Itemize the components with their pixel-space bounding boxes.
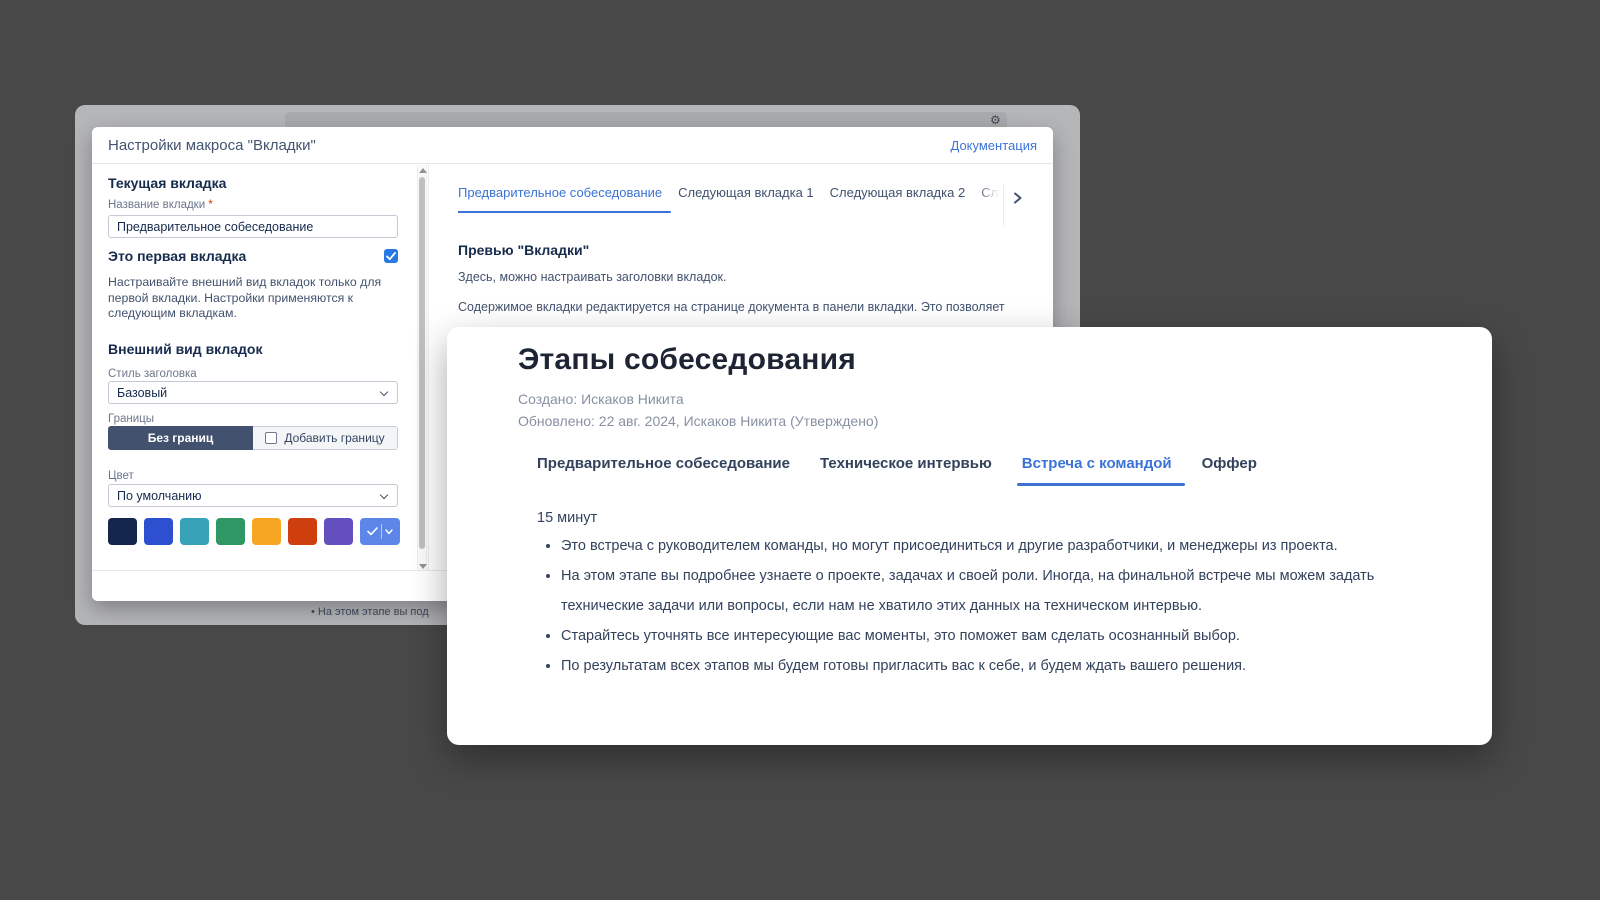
bullet-item: На этом этапе вы подробнее узнаете о про… [561,561,1419,621]
document-tabs: Предварительное собеседование Техническо… [537,455,1257,486]
color-swatch-teal[interactable] [180,518,209,545]
doc-tab-team-meeting[interactable]: Встреча с командой [1022,455,1172,486]
gear-icon: ⚙ [990,113,1001,127]
section-current-tab: Текущая вкладка [108,175,226,191]
color-swatch-purple[interactable] [324,518,353,545]
chevron-down-icon [380,491,388,499]
preview-text-line1: Здесь, можно настраивать заголовки вклад… [458,270,726,284]
chevron-down-icon [385,529,393,535]
bullet-item: Старайтесь уточнять все интересующие вас… [561,621,1419,651]
tabs-overflow-chevron-right-icon[interactable] [1012,191,1023,209]
tab-name-label: Название вкладки * [108,199,213,211]
required-asterisk: * [208,199,212,211]
panel-divider [428,164,429,570]
tab-overflow-separator [1003,185,1004,227]
preview-tab-1[interactable]: Предварительное собеседование [458,185,662,213]
chevron-down-icon [380,388,388,396]
first-tab-checkbox[interactable] [384,249,398,263]
color-swatch-red[interactable] [288,518,317,545]
color-select[interactable]: По умолчанию [108,484,398,507]
check-icon [367,527,378,536]
documentation-link[interactable]: Документация [951,138,1038,153]
bullet-item: По результатам всех этапов мы будем гото… [561,651,1419,681]
borders-off-button[interactable]: Без границ [108,426,253,450]
color-label: Цвет [108,470,134,482]
scroll-up-arrow-icon[interactable] [419,168,427,173]
document-card: Этапы собеседования Создано: Искаков Ник… [447,327,1492,745]
header-style-select[interactable]: Базовый [108,381,398,404]
doc-tab-preliminary[interactable]: Предварительное собеседование [537,455,790,486]
first-tab-help-text: Настраивайте внешний вид вкладок только … [108,275,403,322]
first-tab-label: Это первая вкладка [108,248,246,264]
borders-add-button[interactable]: Добавить границу [253,426,398,450]
borders-label: Границы [108,413,154,425]
preview-heading: Превью "Вкладки" [458,242,589,258]
created-by-text: Создано: Искаков Никита [518,391,684,407]
preview-text-line2: Содержимое вкладки редактируется на стра… [458,300,1005,314]
scroll-down-arrow-icon[interactable] [419,564,427,569]
doc-tab-technical[interactable]: Техническое интервью [820,455,992,486]
section-appearance: Внешний вид вкладок [108,341,262,357]
check-icon [386,252,396,261]
confirm-color-split-button[interactable] [360,518,400,545]
borders-segmented-control: Без границ Добавить границу [108,426,398,450]
preview-tab-3[interactable]: Следующая вкладка 2 [830,185,966,213]
dialog-header: Настройки макроса "Вкладки" Документация [92,127,1053,164]
color-swatch-navy[interactable] [108,518,137,545]
stage-bullet-list: Это встреча с руководителем команды, но … [539,531,1419,681]
updated-by-text: Обновлено: 22 авг. 2024, Искаков Никита … [518,413,878,429]
settings-scrollbar[interactable] [417,165,427,572]
header-style-label: Стиль заголовка [108,368,197,380]
doc-tab-offer[interactable]: Оффер [1202,455,1257,486]
add-border-checkbox[interactable] [265,432,277,444]
dialog-title: Настройки макроса "Вкладки" [108,137,316,154]
split-divider [381,524,382,539]
preview-tab-2[interactable]: Следующая вкладка 1 [678,185,814,213]
page-title: Этапы собеседования [518,343,856,377]
scrollbar-thumb[interactable] [419,177,425,549]
bullet-item: Это встреча с руководителем команды, но … [561,531,1419,561]
tab-overflow-fade [978,185,1004,231]
color-swatch-row [108,518,400,545]
desktop-background: { "back_window": { "doc_snippet": "На эт… [0,0,1600,900]
color-swatch-orange[interactable] [252,518,281,545]
preview-tabs-container: Предварительное собеседование Следующая … [458,185,1004,231]
duration-text: 15 минут [537,510,597,526]
color-swatch-blue[interactable] [144,518,173,545]
tab-name-input[interactable] [108,215,398,238]
color-swatch-green[interactable] [216,518,245,545]
